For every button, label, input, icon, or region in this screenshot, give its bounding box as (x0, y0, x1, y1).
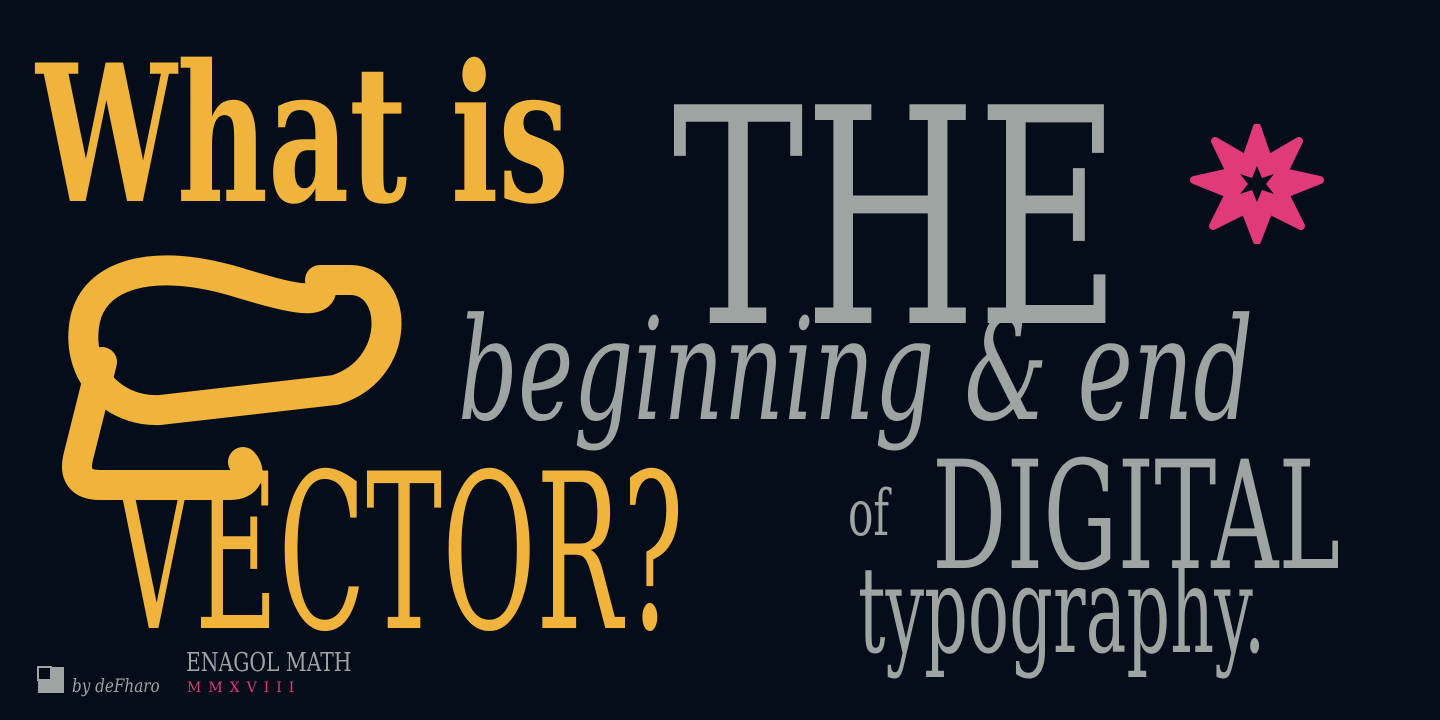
credit-by-line: by deFharo (72, 675, 160, 697)
year-label: MMXVIII (187, 680, 302, 696)
headline-beginning-end: beginning & end (458, 288, 1254, 453)
font-name: ENAGOL MATH (186, 648, 352, 678)
eight-point-star-icon (1190, 124, 1324, 244)
headline-typography: typography. (858, 542, 1266, 681)
headline-of: of (848, 477, 890, 551)
defharo-logo-icon (37, 666, 64, 693)
